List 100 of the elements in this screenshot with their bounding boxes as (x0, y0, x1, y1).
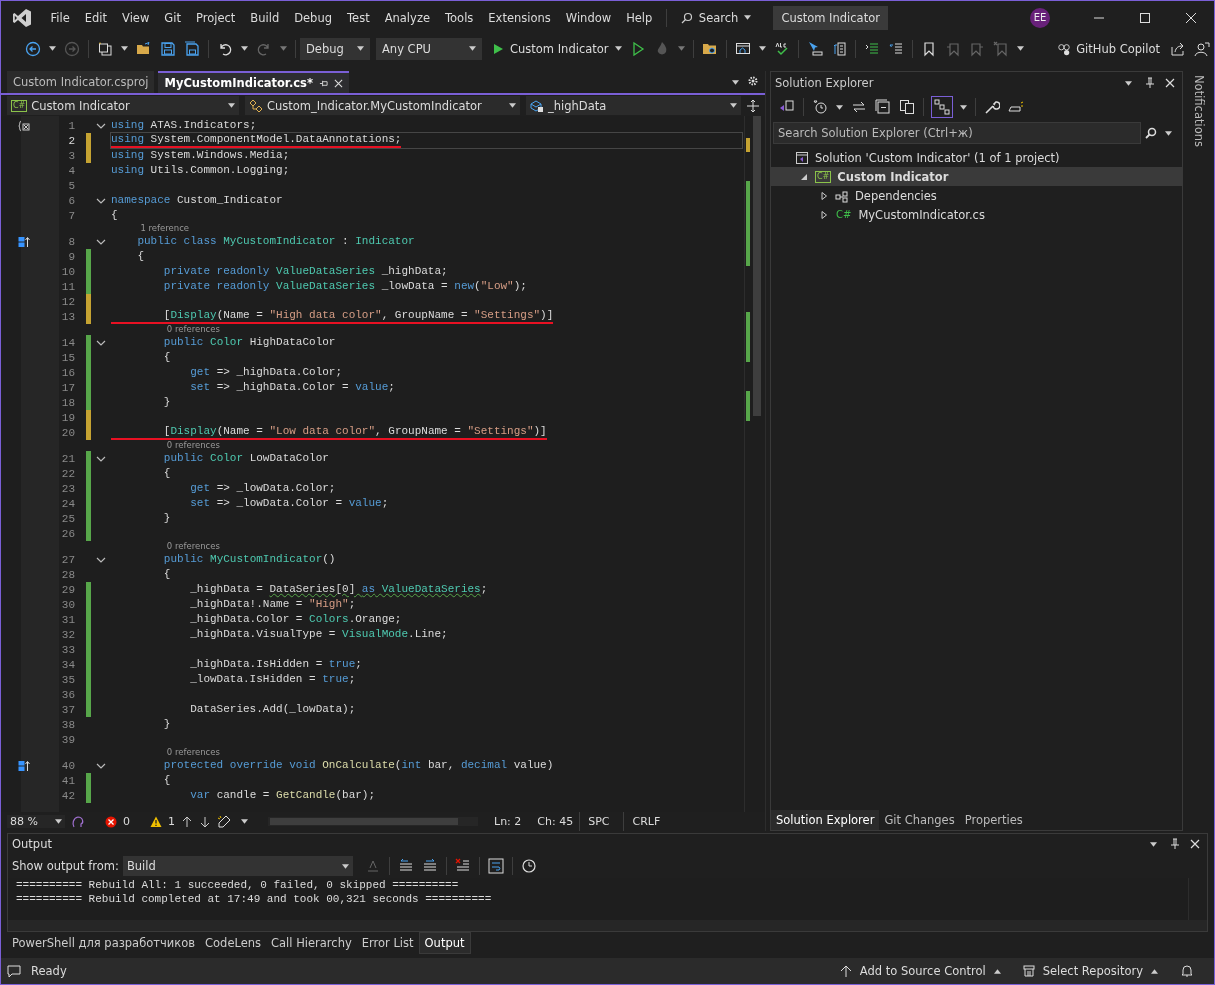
avatar[interactable]: EE (1030, 7, 1050, 28)
caret-icon[interactable] (732, 79, 739, 85)
tool-window-tab[interactable]: Error List (356, 932, 419, 954)
down-arrow-icon[interactable] (199, 815, 211, 828)
bookmark-previous-icon[interactable] (944, 40, 961, 57)
menu-item[interactable]: Window (558, 10, 619, 25)
search-icon[interactable] (1145, 127, 1157, 139)
line-indicator[interactable]: Ln: 2 (494, 815, 522, 828)
pin-icon[interactable] (318, 78, 328, 88)
clock-icon[interactable] (520, 858, 537, 874)
project-dropdown[interactable]: C# Custom Indicator (7, 96, 239, 115)
close-icon[interactable] (333, 78, 343, 88)
tree-item[interactable]: C# Custom Indicator (771, 167, 1182, 186)
copilot-button[interactable]: GitHub Copilot (1057, 41, 1160, 56)
caret-icon[interactable] (121, 46, 128, 51)
tree-item[interactable]: C# MyCustomIndicator.cs (771, 205, 1182, 224)
up-arrow-icon[interactable] (181, 815, 193, 828)
collapsed-icon[interactable] (820, 210, 828, 219)
menu-item[interactable]: Extensions (480, 10, 559, 25)
horizontal-scrollbar[interactable] (268, 817, 478, 826)
column-indicator[interactable]: Ch: 45 (537, 815, 574, 828)
clear-all-icon[interactable] (454, 858, 471, 874)
caret-icon[interactable] (1016, 46, 1024, 51)
collapse-icon[interactable] (96, 238, 106, 245)
document-tab[interactable]: MyCustomIndicator.cs* (158, 71, 349, 93)
horizontal-scrollbar[interactable] (8, 920, 1207, 931)
sync-icon[interactable] (851, 99, 867, 115)
menu-item[interactable]: Tools (437, 10, 481, 25)
bookmark-clear-icon[interactable] (992, 40, 1009, 57)
select-repository-button[interactable]: Select Repository (1022, 964, 1158, 978)
error-count[interactable]: 0 (105, 815, 130, 828)
type-dropdown[interactable]: Custom_Indicator.MyCustomIndicator (245, 96, 520, 115)
search-button[interactable]: Search (672, 10, 760, 25)
tree-item[interactable]: Solution 'Custom Indicator' (1 of 1 project) (771, 148, 1182, 167)
indentation-indicator[interactable]: SPC (579, 812, 618, 831)
menu-item[interactable]: File (43, 10, 78, 25)
document-tab[interactable]: Custom Indicator.csproj (7, 71, 155, 93)
tool-window-tab[interactable]: CodeLens (200, 932, 267, 954)
spell-check-icon[interactable] (773, 40, 790, 57)
add-to-source-control-button[interactable]: Add to Source Control (839, 964, 1001, 978)
preview-icon[interactable] (1008, 99, 1024, 115)
feedback-icon[interactable] (1194, 40, 1210, 57)
expanded-icon[interactable] (800, 172, 808, 181)
menu-item[interactable]: Test (339, 10, 378, 25)
collapse-icon[interactable] (96, 455, 106, 462)
configuration-dropdown[interactable]: Debug (300, 37, 370, 60)
settings-icon[interactable] (747, 75, 759, 87)
word-wrap-icon[interactable] (487, 858, 504, 874)
cursor-icon[interactable] (806, 40, 823, 57)
codelens-references[interactable]: 1 reference (140, 223, 190, 234)
platform-dropdown[interactable]: Any CPU (376, 37, 482, 60)
caret-icon[interactable] (241, 46, 248, 51)
caret-icon[interactable] (960, 104, 967, 110)
split-icon[interactable] (747, 99, 759, 112)
pin-icon[interactable] (1169, 838, 1181, 850)
tool-window-tab[interactable]: Call Hierarchy (266, 932, 357, 954)
close-icon[interactable] (1185, 11, 1197, 24)
search-field[interactable]: Search Solution Explorer (Ctrl+ж) (773, 122, 1141, 144)
menu-item[interactable]: Help (618, 10, 660, 25)
codelens-references[interactable]: 0 references (166, 541, 220, 552)
tree-view-icon[interactable] (932, 97, 952, 117)
codelens-references[interactable]: 0 references (166, 747, 220, 758)
line-ending-indicator[interactable]: CRLF (623, 812, 669, 831)
window-home-icon[interactable] (734, 40, 751, 57)
collapse-icon[interactable] (96, 122, 106, 129)
menu-item[interactable]: Edit (77, 10, 115, 25)
save-all-icon[interactable] (184, 40, 200, 57)
panel-tab[interactable]: Git Changes (879, 810, 960, 830)
wrench-icon[interactable] (984, 99, 1000, 115)
caret-icon[interactable] (49, 46, 56, 51)
back-icon[interactable] (25, 40, 41, 57)
panel-tab[interactable]: Solution Explorer (771, 810, 880, 830)
notifications-tab[interactable]: Notifications (1191, 75, 1206, 147)
codelens-references[interactable]: 0 references (166, 440, 220, 451)
tool-window-tab[interactable]: PowerShell для разработчиков (7, 932, 201, 954)
menu-item[interactable]: Build (242, 10, 287, 25)
collapse-icon[interactable] (96, 339, 106, 346)
collapse-icon[interactable] (96, 762, 106, 769)
member-dropdown[interactable]: _highData (526, 96, 741, 115)
tool-window-tab[interactable]: Output (418, 932, 471, 954)
tree-item[interactable]: Dependencies (771, 186, 1182, 205)
caret-icon[interactable] (1150, 841, 1157, 847)
indent-icon[interactable] (863, 40, 880, 57)
new-item-icon[interactable] (97, 40, 113, 57)
warning-count[interactable]: 1 (150, 815, 175, 828)
code-cleanup-icon[interactable] (217, 814, 231, 829)
menu-item[interactable]: Git (156, 10, 189, 25)
menu-item[interactable]: Analyze (377, 10, 438, 25)
bookmark-next-icon[interactable] (968, 40, 985, 57)
pin-icon[interactable] (1144, 77, 1156, 89)
override-icon[interactable] (18, 235, 30, 248)
collapsed-icon[interactable] (820, 191, 828, 200)
collapse-all-icon[interactable] (875, 99, 891, 115)
caret-icon[interactable] (836, 104, 843, 110)
close-icon[interactable] (1164, 77, 1176, 89)
next-message-icon[interactable] (421, 858, 438, 874)
caret-icon[interactable] (758, 46, 766, 51)
close-icon[interactable] (1189, 838, 1201, 850)
menu-item[interactable]: View (114, 10, 157, 25)
override-icon[interactable] (18, 759, 30, 772)
